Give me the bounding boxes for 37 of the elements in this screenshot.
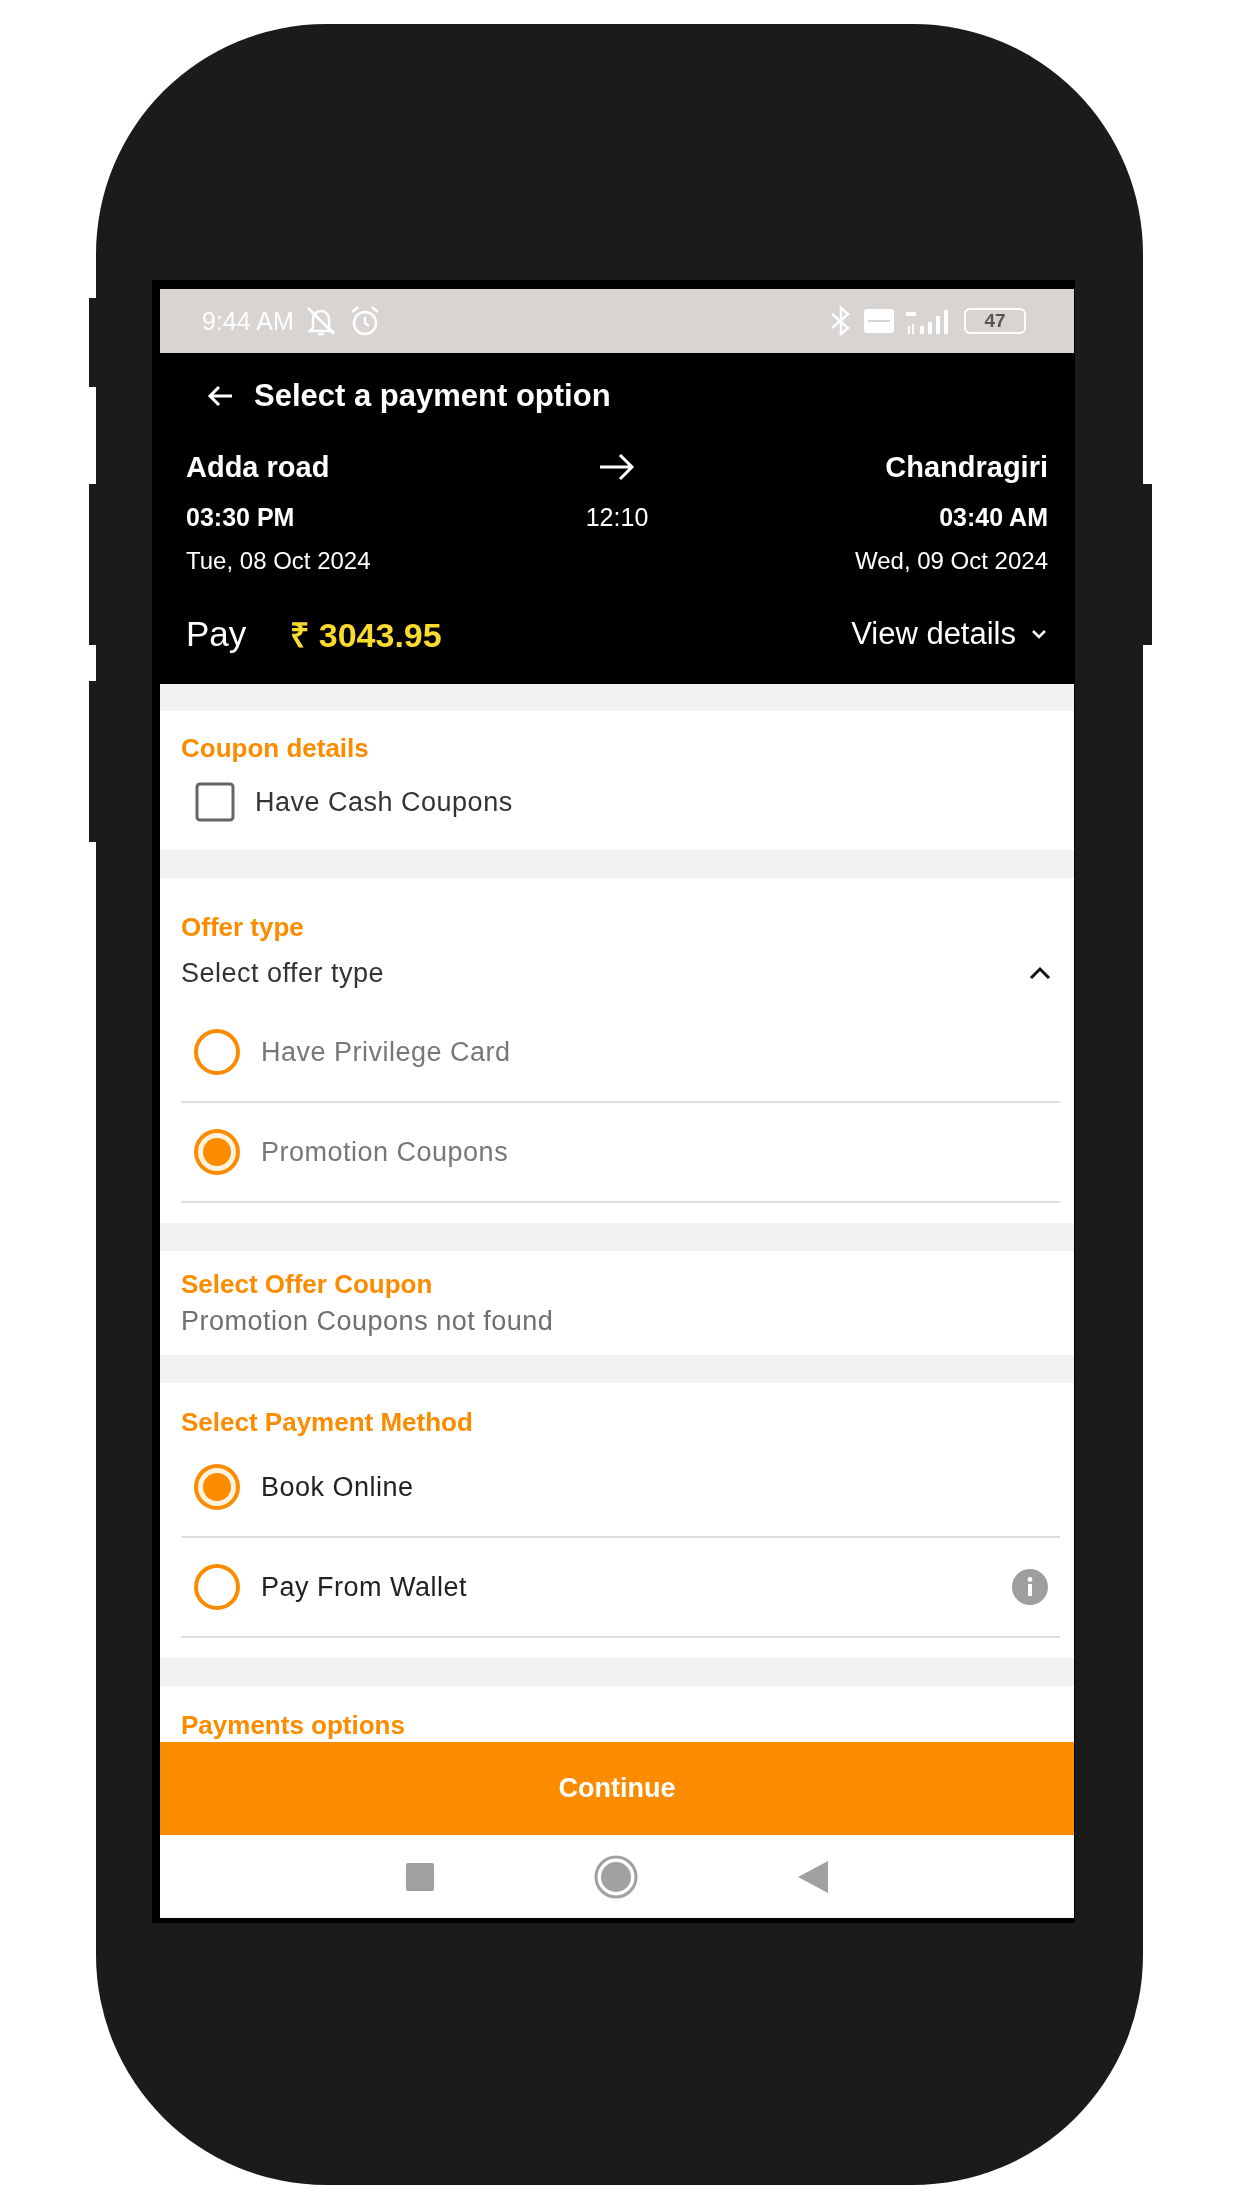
home-icon[interactable] bbox=[594, 1854, 638, 1899]
section-title: Offer type bbox=[181, 912, 305, 943]
volte-icon bbox=[864, 309, 894, 333]
option-label: Book Online bbox=[261, 1471, 415, 1503]
pay-label: Pay bbox=[186, 614, 247, 654]
section-title: Coupon details bbox=[181, 733, 370, 764]
option-label: Promotion Coupons bbox=[261, 1136, 510, 1168]
journey-duration: 12:10 bbox=[585, 501, 649, 533]
radio-button[interactable] bbox=[193, 1028, 241, 1076]
destination-name: Chandragiri bbox=[884, 449, 1048, 485]
option-label: Have Privilege Card bbox=[261, 1036, 512, 1068]
view-details-link[interactable]: View details bbox=[851, 616, 1048, 652]
section-title: Select Payment Method bbox=[181, 1407, 474, 1438]
radio-button[interactable] bbox=[193, 1128, 241, 1176]
option-label: Pay From Wallet bbox=[261, 1571, 469, 1603]
radio-button[interactable] bbox=[193, 1463, 241, 1511]
arrival-time: 03:40 AM bbox=[938, 501, 1048, 533]
origin-name: Adda road bbox=[186, 449, 331, 485]
battery-indicator: 47 bbox=[964, 308, 1026, 334]
right-arrow-icon bbox=[598, 452, 636, 482]
checkbox-label: Have Cash Coupons bbox=[255, 786, 513, 818]
section-title: Payments options bbox=[181, 1710, 406, 1741]
back-icon[interactable] bbox=[798, 1860, 828, 1893]
checkbox[interactable] bbox=[195, 782, 235, 822]
fare-amount: ₹ 3043.95 bbox=[290, 615, 442, 656]
departure-time: 03:30 PM bbox=[186, 501, 296, 533]
chevron-up-icon[interactable] bbox=[1028, 965, 1052, 981]
radio-button[interactable] bbox=[193, 1563, 241, 1611]
dropdown-label[interactable]: Select offer type bbox=[181, 957, 385, 989]
arrival-date: Wed, 09 Oct 2024 bbox=[854, 546, 1048, 576]
section-title: Select Offer Coupon bbox=[181, 1269, 434, 1300]
chevron-down-icon bbox=[1030, 628, 1048, 640]
info-icon[interactable] bbox=[1012, 1569, 1048, 1605]
departure-date: Tue, 08 Oct 2024 bbox=[186, 546, 372, 576]
page-title: Select a payment option bbox=[254, 378, 611, 414]
empty-message: Promotion Coupons not found bbox=[181, 1306, 555, 1338]
recents-icon[interactable] bbox=[406, 1862, 434, 1891]
